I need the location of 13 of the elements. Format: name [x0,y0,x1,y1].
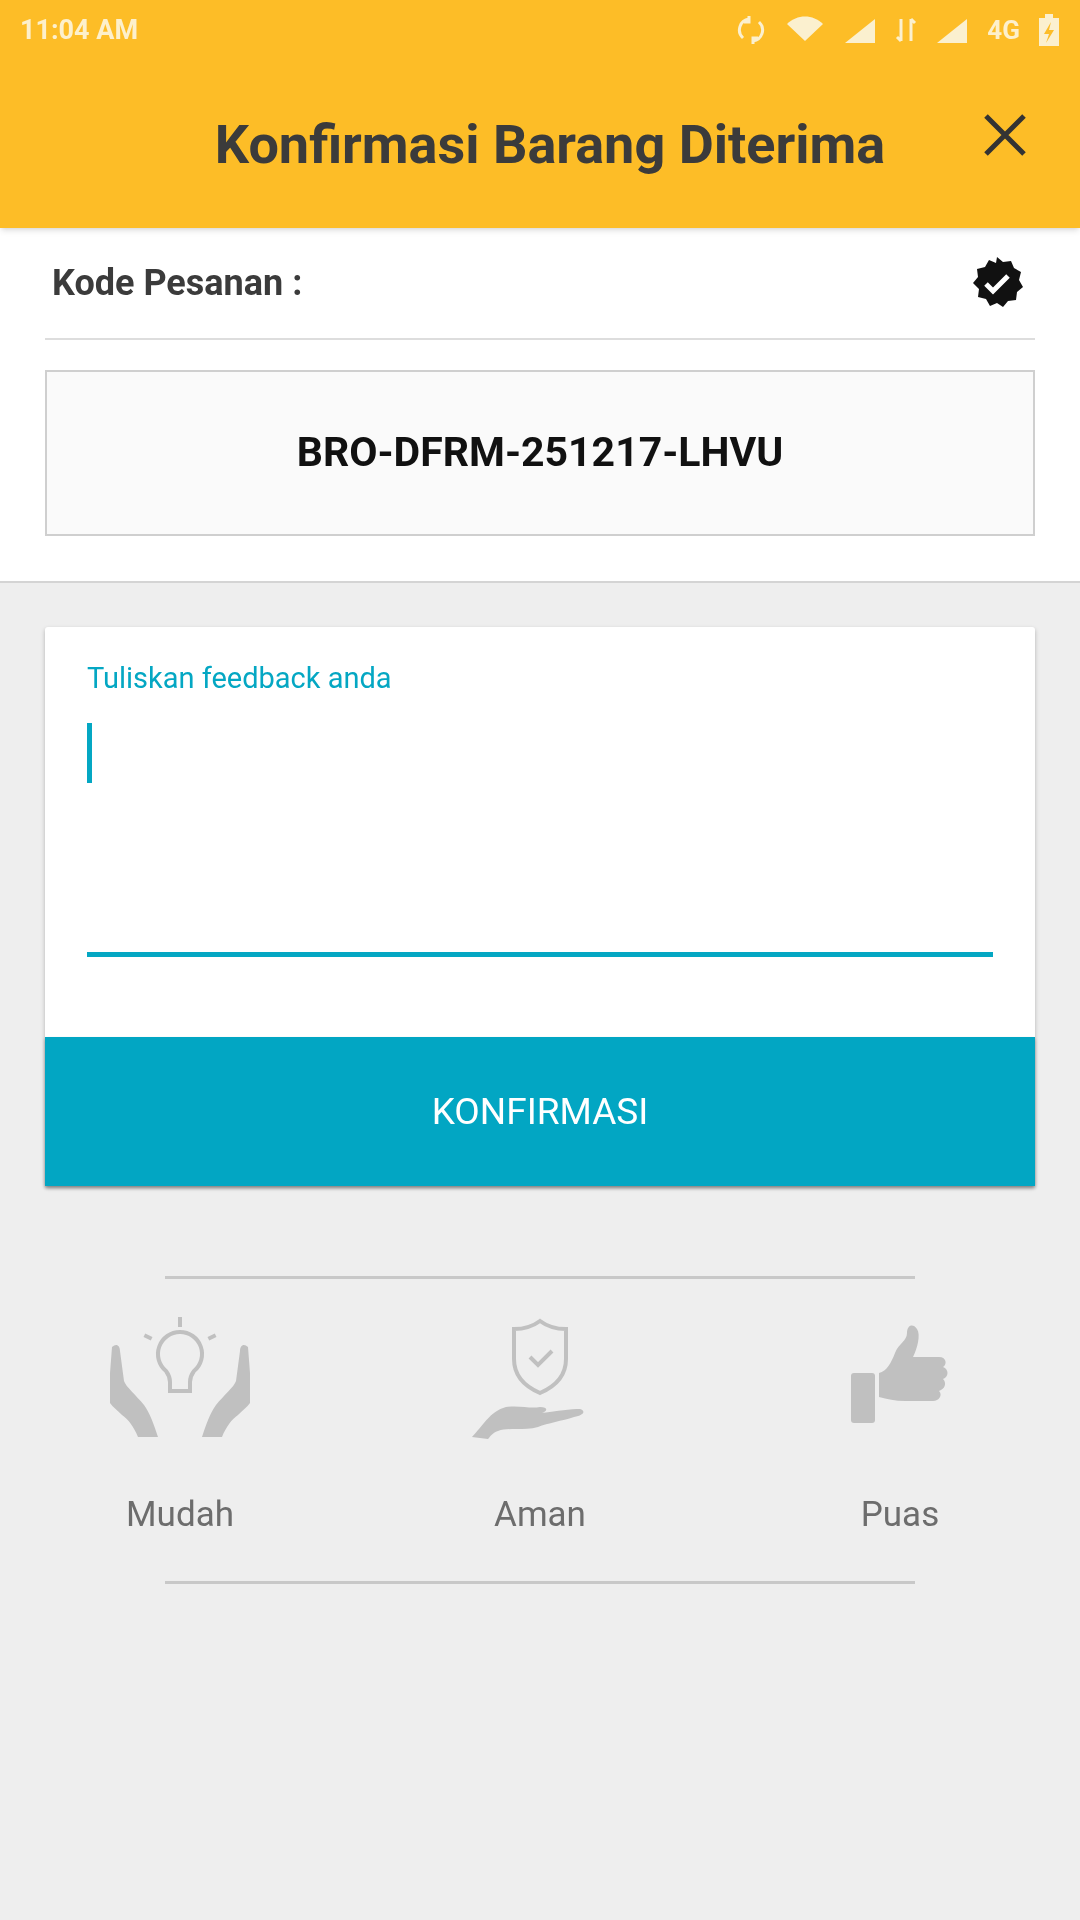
confirm-button[interactable]: KONFIRMASI [45,1037,1035,1186]
feedback-field[interactable]: Tuliskan feedback anda [87,657,993,957]
data-arrows-icon [895,15,918,45]
order-code: BRO-DFRM-251217-LHVU [296,427,784,479]
status-time: 11:04 AM [20,12,139,48]
battery-charging-icon [1038,14,1060,46]
network-type: 4G [987,13,1020,47]
close-icon [983,113,1027,157]
feature-label: Aman [494,1493,586,1537]
feature-label: Puas [860,1493,940,1537]
feature-label: Mudah [126,1493,234,1537]
page-title: Konfirmasi Barang Diterima [214,111,886,178]
order-code-label: Kode Pesanan : [52,261,303,306]
